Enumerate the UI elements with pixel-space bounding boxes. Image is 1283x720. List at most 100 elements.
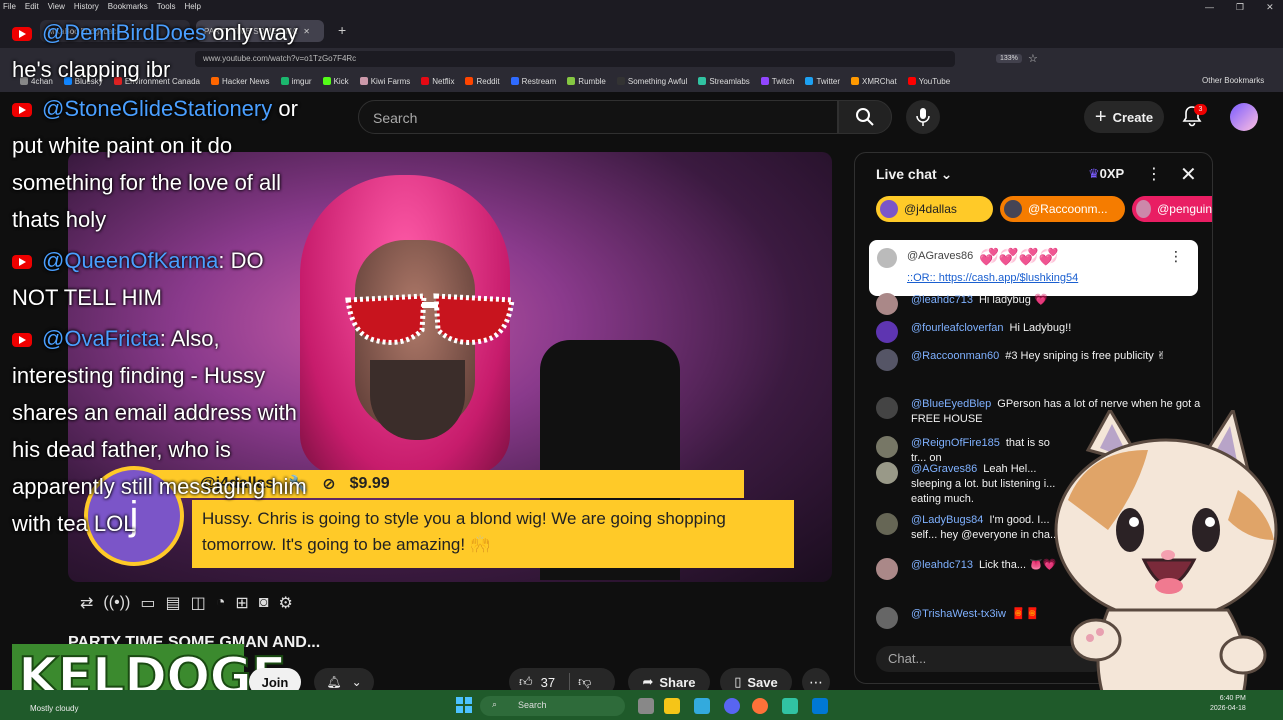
bell-icon: 🔔︎ bbox=[326, 675, 342, 689]
menu-history[interactable]: History bbox=[74, 2, 99, 11]
chat-ticker-chip[interactable]: @penguin bbox=[1132, 196, 1212, 222]
clock[interactable]: 6:40 PM 2026-04-18 bbox=[1210, 694, 1246, 714]
bookmark-item[interactable]: Something Awful bbox=[616, 77, 687, 86]
youtube-icon bbox=[12, 27, 32, 42]
task-view-icon[interactable] bbox=[638, 698, 654, 714]
pinned-menu-icon[interactable]: ⋮ bbox=[1169, 248, 1183, 265]
account-avatar[interactable] bbox=[1230, 103, 1258, 131]
save-label: Save bbox=[747, 674, 778, 690]
create-button[interactable]: + Create bbox=[1084, 101, 1164, 133]
crown-icon: ♛ bbox=[1088, 166, 1100, 181]
copilot-icon[interactable] bbox=[694, 698, 710, 714]
screenshot-icon[interactable]: ◙ bbox=[259, 594, 269, 612]
bookmark-item[interactable]: YouTube bbox=[907, 77, 950, 86]
start-icon[interactable] bbox=[456, 697, 472, 713]
search-icon: ⌕ bbox=[492, 699, 498, 709]
chat-user[interactable]: @BlueEyedBlep bbox=[911, 398, 991, 410]
overlay-chat-message: @DemiBirdDoes only way he's clapping ibr bbox=[12, 14, 312, 88]
overlay-chat-message: @StoneGlideStationery or put white paint… bbox=[12, 90, 312, 238]
loop-icon[interactable]: ⇄ bbox=[80, 593, 93, 613]
close-chat-icon[interactable]: ✕ bbox=[1180, 162, 1197, 187]
add-icon[interactable]: ⊞ bbox=[235, 593, 248, 613]
pinned-avatar bbox=[877, 248, 897, 268]
chat-avatar bbox=[876, 558, 898, 580]
bookmark-star-icon[interactable]: ☆ bbox=[1028, 52, 1038, 65]
overlay-chat-user: @StoneGlideStationery bbox=[42, 96, 273, 121]
zoom-level[interactable]: 133% bbox=[996, 54, 1022, 63]
bookmark-item[interactable]: Netflix bbox=[421, 77, 454, 86]
chat-menu-icon[interactable]: ⋮ bbox=[1146, 164, 1162, 184]
microphone-icon bbox=[916, 108, 930, 126]
screen: File Edit View History Bookmarks Tools H… bbox=[0, 0, 1283, 720]
menu-tools[interactable]: Tools bbox=[157, 2, 176, 11]
chat-user[interactable]: @AGraves86 bbox=[911, 463, 977, 475]
bookmark-item[interactable]: Kiwi Farms bbox=[359, 77, 410, 86]
menu-edit[interactable]: Edit bbox=[25, 2, 39, 11]
menu-view[interactable]: View bbox=[48, 2, 65, 11]
bookmark-item[interactable]: Twitch bbox=[760, 77, 794, 86]
search-icon bbox=[856, 108, 874, 126]
superchat-amount: $9.99 bbox=[349, 475, 390, 492]
chat-ticker-chip[interactable]: @j4dallas bbox=[876, 196, 993, 222]
bookmark-item[interactable]: Rumble bbox=[567, 77, 606, 86]
chat-message: @TrishaWest-tx3iw 🧧🧧 bbox=[876, 607, 1066, 629]
pinned-user: @AGraves86 bbox=[907, 250, 974, 262]
menu-file[interactable]: File bbox=[3, 2, 16, 11]
firefox-icon[interactable] bbox=[752, 698, 768, 714]
chat-user[interactable]: @leahdc713 bbox=[911, 294, 973, 306]
chat-message: @leahdc713 Lick tha... 👅💗 bbox=[876, 558, 1066, 580]
clip-icon[interactable]: ▤ bbox=[165, 593, 180, 613]
chip-label: @Raccoonm... bbox=[1028, 202, 1108, 216]
bookmark-item[interactable]: Restream bbox=[510, 77, 556, 86]
live-icon[interactable]: ((•)) bbox=[103, 594, 130, 612]
search-input[interactable]: Search bbox=[358, 100, 838, 134]
bookmark-item[interactable]: Reddit bbox=[465, 77, 500, 86]
search-button[interactable] bbox=[838, 100, 892, 134]
new-tab-icon[interactable]: + bbox=[338, 22, 346, 38]
bookmark-item[interactable]: Twitter bbox=[805, 77, 840, 86]
menu-bookmarks[interactable]: Bookmarks bbox=[108, 2, 148, 11]
overlay-chat: @DemiBirdDoes only way he's clapping ibr… bbox=[12, 14, 312, 542]
chat-user[interactable]: @fourleafcloverfan bbox=[911, 322, 1004, 334]
bookmark-item[interactable]: Streamlabs bbox=[698, 77, 750, 86]
chip-avatar bbox=[1004, 200, 1022, 218]
chat-user[interactable]: @leahdc713 bbox=[911, 559, 973, 571]
settings-gear-icon[interactable]: ⚙ bbox=[278, 593, 292, 613]
chat-user[interactable]: @LadyBugs84 bbox=[911, 514, 983, 526]
clock-time: 6:40 PM bbox=[1219, 695, 1246, 702]
pinned-link[interactable]: ::OR:: https://cash.app/$lushking54 bbox=[907, 272, 1078, 284]
taskbar-search[interactable]: ⌕ Search bbox=[480, 696, 625, 716]
chat-user[interactable]: @Raccoonman60 bbox=[911, 350, 999, 362]
other-bookmarks[interactable]: Other Bookmarks bbox=[1202, 76, 1264, 85]
chat-avatar bbox=[876, 321, 898, 343]
file-explorer-icon[interactable] bbox=[664, 698, 680, 714]
miniplayer-icon[interactable]: ◫ bbox=[191, 593, 206, 613]
bookmark-item[interactable]: Kick bbox=[322, 77, 349, 86]
youtube-icon bbox=[12, 255, 32, 270]
chip-label: @j4dallas bbox=[904, 202, 957, 216]
weather-widget[interactable]: Mostly cloudy bbox=[30, 704, 78, 713]
chat-ticker-chip[interactable]: @Raccoonm... bbox=[1000, 196, 1125, 222]
chat-user[interactable]: @ReignOfFire185 bbox=[911, 437, 1000, 449]
voice-search-button[interactable] bbox=[906, 100, 940, 134]
app-icon[interactable] bbox=[812, 698, 828, 714]
subtitles-icon[interactable]: ▭ bbox=[140, 593, 155, 613]
speed-icon[interactable]: ◔ bbox=[216, 594, 226, 612]
chat-avatar bbox=[876, 397, 898, 419]
thumbs-up-icon[interactable]: 👍︎ bbox=[519, 674, 533, 690]
chat-user[interactable]: @TrishaWest-tx3iw bbox=[911, 608, 1006, 620]
menu-help[interactable]: Help bbox=[184, 2, 200, 11]
live-chat-title: Live chat bbox=[876, 166, 937, 182]
pinned-message[interactable]: @AGraves86 💞💞💞💞 ::OR:: https://cash.app/… bbox=[869, 240, 1198, 296]
streamlabs-icon[interactable] bbox=[782, 698, 798, 714]
thumbs-down-icon[interactable]: 👎︎ bbox=[578, 674, 591, 690]
notification-badge: 3 bbox=[1194, 104, 1207, 115]
discord-icon[interactable] bbox=[724, 698, 740, 714]
chat-message: @LadyBugs84 I'm good. I... self... hey @e… bbox=[876, 513, 1066, 543]
xp-badge[interactable]: ♛0XP bbox=[1088, 166, 1124, 182]
live-chat-header[interactable]: Live chat ⌄ bbox=[876, 166, 952, 183]
bookmark-item[interactable]: XMRChat bbox=[851, 77, 897, 86]
plus-icon: + bbox=[1094, 105, 1107, 128]
chat-text: Lick tha... 👅💗 bbox=[978, 559, 1057, 571]
like-count[interactable]: 37 bbox=[541, 675, 555, 690]
